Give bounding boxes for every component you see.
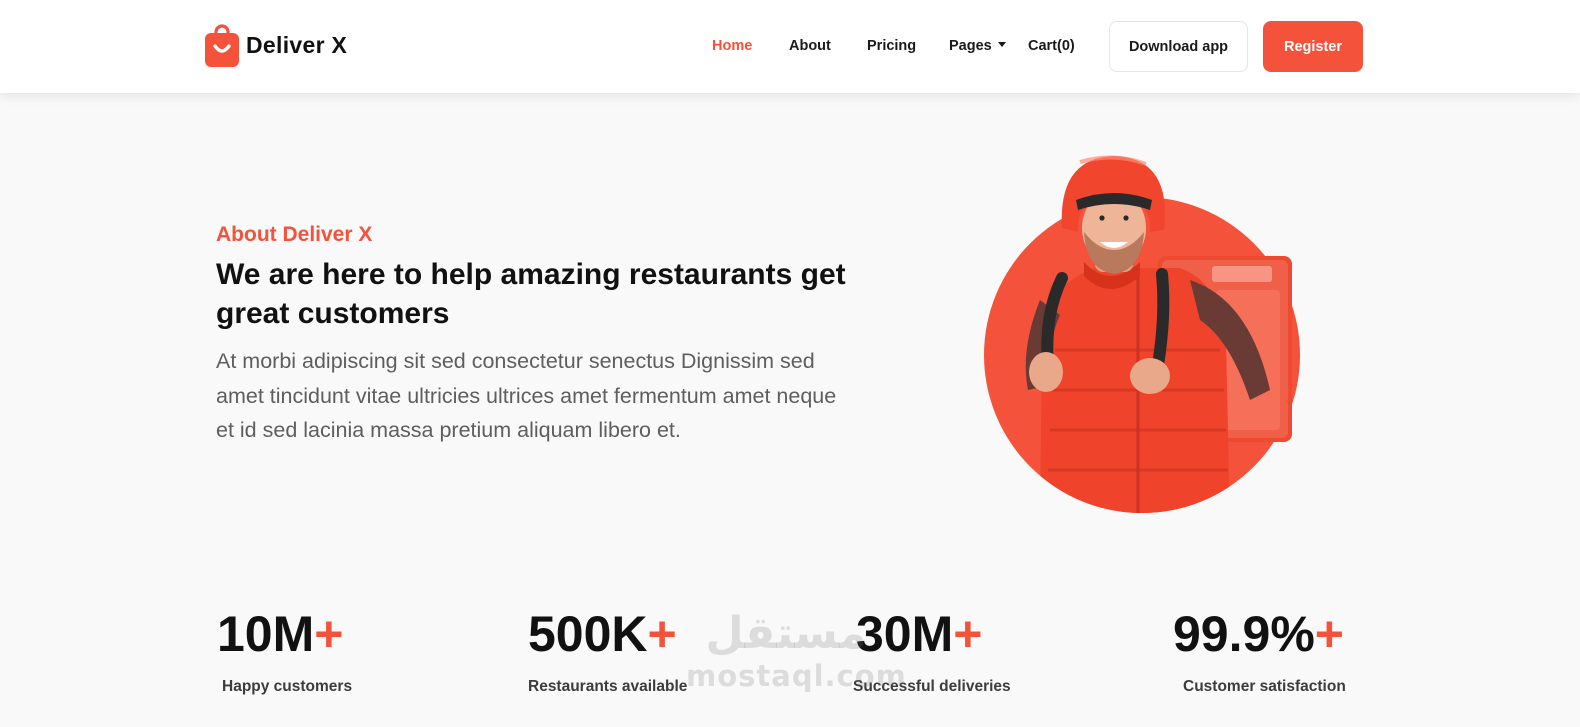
stat-number: 30M <box>856 606 954 662</box>
site-header: Deliver X Home About Pricing Pages Cart(… <box>0 0 1580 93</box>
stat-value: 99.9%+ <box>1173 604 1413 664</box>
stat-label: Successful deliveries <box>853 678 1011 695</box>
stat-value: 500K+ <box>528 604 768 664</box>
nav-about[interactable]: About <box>789 38 831 54</box>
download-app-button[interactable]: Download app <box>1109 21 1248 72</box>
nav-pages-label: Pages <box>949 38 992 54</box>
nav-pages[interactable]: Pages <box>949 38 1006 54</box>
stat-happy-customers: 10M+ Happy customers <box>217 604 457 696</box>
nav-pricing[interactable]: Pricing <box>867 38 916 54</box>
stat-plus: + <box>1314 606 1344 662</box>
stat-label: Happy customers <box>222 678 353 695</box>
stat-label: Restaurants available <box>528 678 688 695</box>
nav-cart[interactable]: Cart(0) <box>1028 38 1075 54</box>
delivery-courier-illustration <box>980 150 1310 520</box>
stat-successful-deliveries: 30M+ Successful deliveries <box>853 604 1096 696</box>
hero-headline: We are here to help amazing restaurants … <box>216 258 846 330</box>
stat-customer-satisfaction: 99.9%+ Customer satisfaction <box>1173 604 1413 696</box>
register-button[interactable]: Register <box>1263 21 1363 72</box>
stat-number: 10M <box>217 606 315 662</box>
stat-plus: + <box>647 606 677 662</box>
stat-label: Customer satisfaction <box>1183 678 1346 695</box>
stat-value: 10M+ <box>217 604 457 664</box>
stat-number: 99.9% <box>1173 606 1315 662</box>
section-eyebrow: About Deliver X <box>216 223 373 246</box>
hero-description: At morbi adipiscing sit sed consectetur … <box>216 349 837 442</box>
stat-value: 30M+ <box>856 604 1096 664</box>
nav-home[interactable]: Home <box>712 38 752 54</box>
stat-restaurants-available: 500K+ Restaurants available <box>528 604 768 696</box>
stat-number: 500K <box>528 606 648 662</box>
stat-plus: + <box>953 606 983 662</box>
chevron-down-icon <box>997 42 1006 48</box>
stat-plus: + <box>314 606 344 662</box>
